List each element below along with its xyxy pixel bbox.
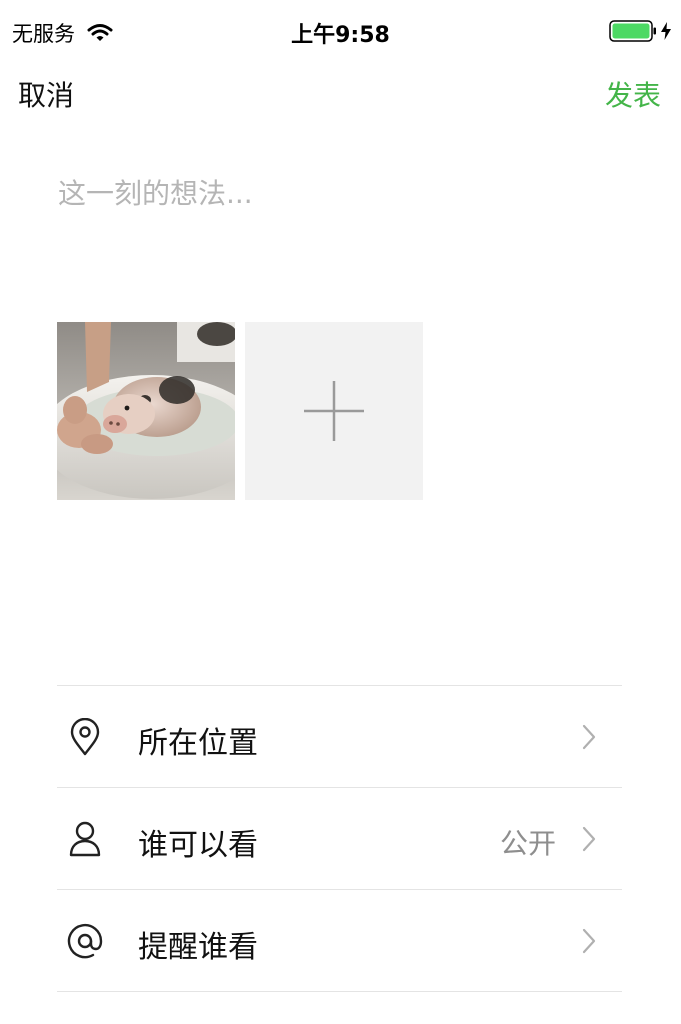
plus-icon	[304, 381, 364, 441]
at-sign-icon	[67, 923, 103, 959]
options-list: 所在位置 谁可以看 公开 提醒谁看	[57, 685, 622, 992]
cancel-button[interactable]: 取消	[18, 74, 74, 114]
piglet-photo-image	[57, 322, 235, 500]
status-right	[609, 20, 671, 42]
chevron-right-icon	[582, 826, 596, 852]
option-label-mention: 提醒谁看	[138, 930, 258, 965]
option-mention[interactable]: 提醒谁看	[57, 890, 622, 992]
moment-text-input[interactable]	[58, 172, 622, 292]
charging-bolt-icon	[661, 22, 671, 40]
chevron-right-icon	[582, 928, 596, 954]
person-icon	[69, 821, 101, 857]
option-visibility[interactable]: 谁可以看 公开	[57, 788, 622, 890]
location-pin-icon	[70, 718, 100, 756]
status-clock: 上午9:58	[291, 23, 390, 48]
option-label-location: 所在位置	[138, 726, 258, 761]
option-label-visibility: 谁可以看	[138, 828, 258, 863]
attached-photo[interactable]	[57, 322, 235, 500]
nav-bar: 取消 发表	[0, 62, 681, 122]
chevron-right-icon	[582, 724, 596, 750]
status-bar: 无服务 上午9:58	[0, 0, 681, 62]
option-value-visibility: 公开	[499, 827, 556, 860]
compose-moment-screen: 无服务 上午9:58 取消 发表 这一刻的想法... 所在位置 谁可以看 公开 …	[0, 0, 681, 1024]
option-location[interactable]: 所在位置	[57, 686, 622, 788]
battery-icon	[609, 20, 656, 42]
publish-button[interactable]: 发表	[605, 74, 661, 114]
add-photo-button[interactable]	[245, 322, 423, 500]
